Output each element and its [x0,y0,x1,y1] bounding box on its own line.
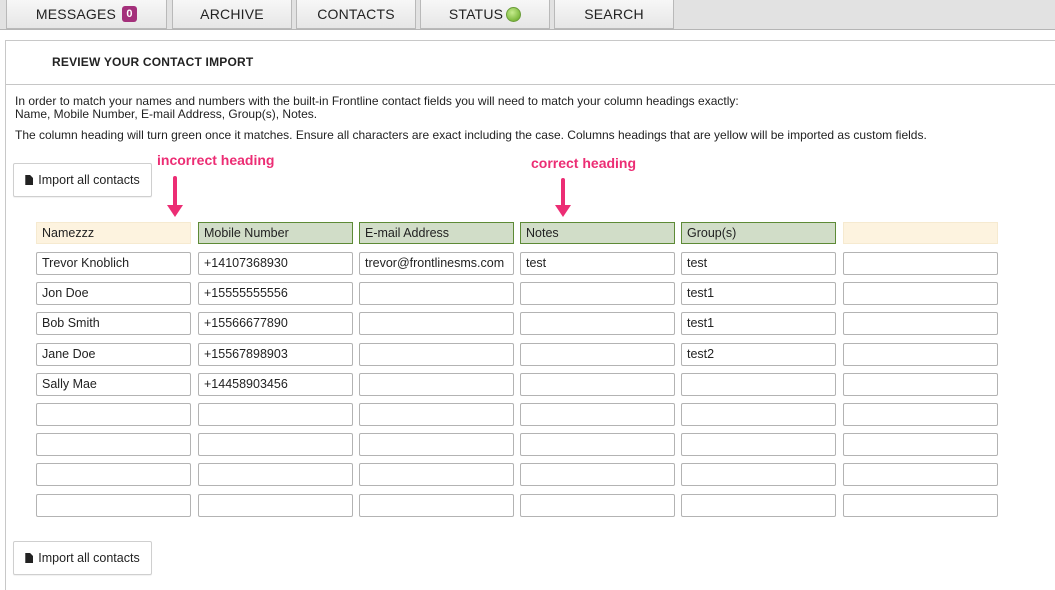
contact-field-input[interactable] [36,494,191,517]
contact-field-input[interactable] [198,403,353,426]
contact-field-input[interactable]: test1 [681,312,836,335]
column-heading[interactable]: Group(s) [681,222,836,244]
column-heading[interactable]: Notes [520,222,675,244]
contact-field-input[interactable] [36,403,191,426]
document-icon [25,175,34,185]
annotation-correct-heading: correct heading [531,155,637,171]
import-button-label: Import all contacts [38,173,140,187]
import-all-contacts-button-bottom[interactable]: Import all contacts [13,541,152,575]
annotation-arrow-incorrect [167,176,183,217]
contact-field-input[interactable]: +14107368930 [198,252,353,275]
contact-field-input[interactable] [359,343,514,366]
contact-field-input[interactable] [681,463,836,486]
contact-field-input[interactable] [520,343,675,366]
contact-field-input[interactable]: Trevor Knoblich [36,252,191,275]
tab-messages-label: MESSAGES [35,6,117,22]
tab-messages[interactable]: MESSAGES 0 [6,0,167,29]
contact-field-input[interactable] [681,403,836,426]
tab-status[interactable]: STATUS [420,0,550,29]
contact-field-input[interactable] [359,463,514,486]
instructions-line-3: The column heading will turn green once … [15,128,927,142]
contact-field-input[interactable]: +15555555556 [198,282,353,305]
contact-field-input[interactable] [843,433,998,456]
tab-contacts[interactable]: CONTACTS [296,0,416,29]
contact-field-input[interactable] [843,403,998,426]
contact-field-input[interactable]: test [681,252,836,275]
instructions-line-2: Name, Mobile Number, E-mail Address, Gro… [15,107,318,121]
contact-field-input[interactable] [520,433,675,456]
messages-count-badge: 0 [122,6,138,22]
column-heading[interactable]: E-mail Address [359,222,514,244]
contact-field-input[interactable] [359,494,514,517]
column-heading[interactable] [843,222,998,244]
contact-field-input[interactable]: test [520,252,675,275]
contact-field-input[interactable] [359,282,514,305]
contact-field-input[interactable] [843,494,998,517]
contact-field-input[interactable]: trevor@frontlinesms.com [359,252,514,275]
contact-field-input[interactable] [520,373,675,396]
contact-field-input[interactable] [843,373,998,396]
status-indicator-icon [506,6,522,22]
tab-contacts-label: CONTACTS [317,6,395,22]
contact-field-input[interactable] [359,373,514,396]
contact-field-input[interactable]: test2 [681,343,836,366]
contact-field-input[interactable] [36,463,191,486]
contact-field-input[interactable] [843,312,998,335]
contact-field-input[interactable]: +15567898903 [198,343,353,366]
contact-field-input[interactable] [198,494,353,517]
page-title: REVIEW YOUR CONTACT IMPORT [52,55,254,69]
contact-field-input[interactable]: Bob Smith [36,312,191,335]
tab-search[interactable]: SEARCH [554,0,674,29]
import-button-label: Import all contacts [38,551,140,565]
contact-field-input[interactable] [681,433,836,456]
contact-field-input[interactable]: Sally Mae [36,373,191,396]
contact-field-input[interactable] [198,433,353,456]
contact-field-input[interactable] [520,312,675,335]
contact-field-input[interactable]: Jon Doe [36,282,191,305]
contact-field-input[interactable] [681,373,836,396]
tab-archive-label: ARCHIVE [200,6,264,22]
contact-field-input[interactable]: test1 [681,282,836,305]
column-heading[interactable]: Namezzz [36,222,191,244]
tab-archive[interactable]: ARCHIVE [172,0,292,29]
contact-field-input[interactable] [843,282,998,305]
contact-field-input[interactable]: +15566677890 [198,312,353,335]
contact-field-input[interactable] [843,343,998,366]
contact-field-input[interactable] [359,403,514,426]
import-all-contacts-button-top[interactable]: Import all contacts [13,163,152,197]
contact-field-input[interactable] [198,463,353,486]
contact-field-input[interactable] [843,463,998,486]
contact-field-input[interactable] [36,433,191,456]
contact-field-input[interactable] [681,494,836,517]
tab-status-label: STATUS [448,6,504,22]
document-icon [25,553,34,563]
contact-field-input[interactable] [359,433,514,456]
contact-field-input[interactable]: Jane Doe [36,343,191,366]
contact-field-input[interactable] [359,312,514,335]
annotation-arrow-correct [555,178,571,217]
contact-field-input[interactable]: +14458903456 [198,373,353,396]
contact-field-input[interactable] [520,463,675,486]
top-nav-bar: MESSAGES 0 ARCHIVE CONTACTS STATUS SEARC… [0,0,1055,30]
contact-field-input[interactable] [843,252,998,275]
annotation-incorrect-heading: incorrect heading [157,152,275,168]
column-heading[interactable]: Mobile Number [198,222,353,244]
tab-search-label: SEARCH [584,6,644,22]
section-header: REVIEW YOUR CONTACT IMPORT [6,41,1055,85]
contact-field-input[interactable] [520,403,675,426]
contact-field-input[interactable] [520,282,675,305]
contact-field-input[interactable] [520,494,675,517]
